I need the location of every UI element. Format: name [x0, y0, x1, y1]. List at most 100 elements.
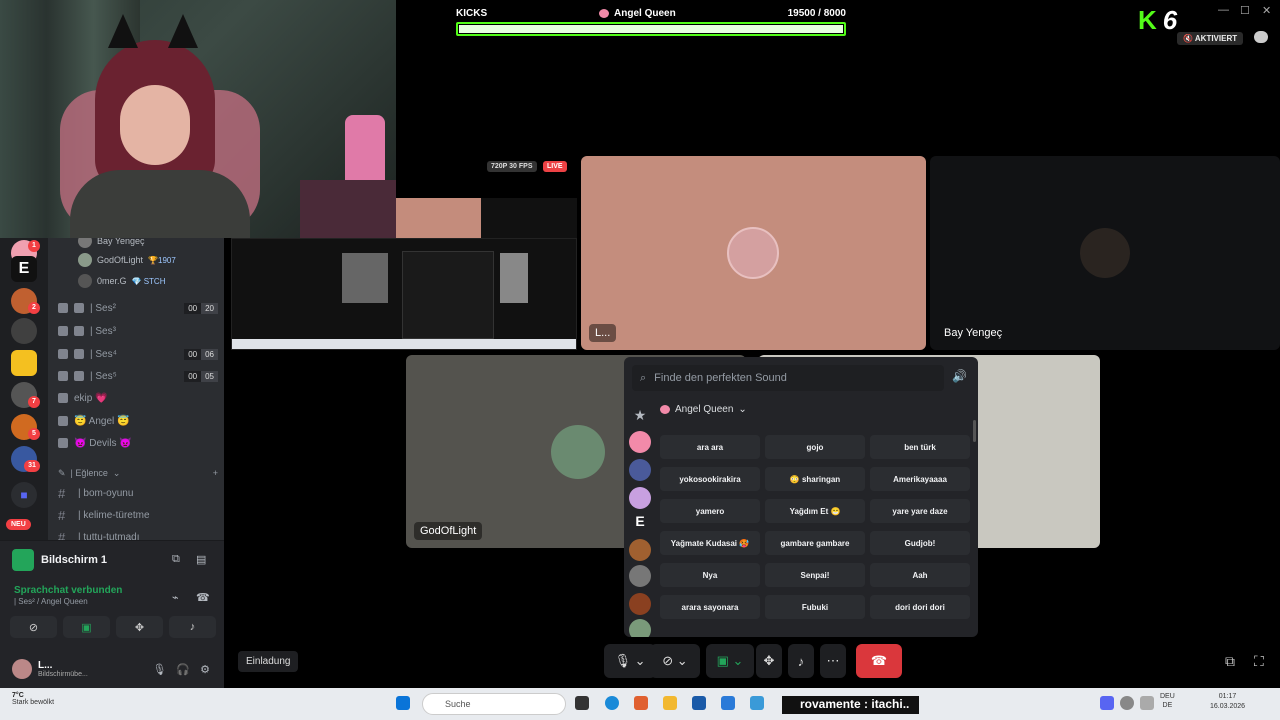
taskbar-search[interactable]: Suche — [422, 693, 566, 715]
voice-channel[interactable]: ekip 💗 — [58, 390, 218, 406]
voice-channel[interactable]: | Ses² 00 20 — [58, 300, 218, 316]
add-channel-icon[interactable]: + — [213, 468, 218, 479]
soundboard-toggle-button[interactable]: ♪ — [788, 644, 814, 678]
sound-button[interactable]: yare yare daze — [870, 499, 970, 523]
soundboard-section-header[interactable]: Angel Queen ⌄ — [660, 404, 747, 415]
explorer-icon[interactable] — [663, 696, 677, 710]
headphones-icon[interactable]: 🎧 — [176, 663, 190, 676]
search-icon: ⌕ — [640, 371, 647, 384]
copilot-icon[interactable] — [634, 696, 648, 710]
favorites-star-icon[interactable]: ★ — [629, 407, 651, 429]
sound-button[interactable]: ben türk — [870, 435, 970, 459]
voice-channel[interactable]: 👿 Devils 👿 — [58, 435, 218, 451]
sound-button[interactable]: gambare gambare — [765, 531, 865, 555]
camera-toggle-button[interactable]: ⊘ ⌄ — [650, 644, 700, 678]
voice-channel[interactable]: | Ses⁵ 00 05 — [58, 368, 218, 384]
tray-icon[interactable] — [1140, 696, 1154, 710]
popout-icon[interactable]: ⧉ — [172, 553, 180, 566]
server-icon[interactable] — [11, 350, 37, 376]
server-icon[interactable] — [629, 487, 651, 509]
sound-button[interactable]: yamero — [660, 499, 760, 523]
text-channel[interactable]: # | kelime-türetme — [58, 508, 150, 523]
voice-channel[interactable]: | Ses³ — [58, 323, 218, 339]
edge-icon[interactable] — [605, 696, 619, 710]
webcam-overlay — [0, 0, 396, 238]
server-icon[interactable] — [11, 318, 37, 344]
app-icon[interactable] — [750, 696, 764, 710]
speaker-icon — [74, 303, 84, 313]
soundboard-scrollbar[interactable] — [973, 420, 976, 442]
weather-widget[interactable]: 7°C Stark bewölkt — [12, 692, 54, 706]
server-icon[interactable] — [629, 619, 651, 637]
kick-server-icon[interactable]: E — [629, 513, 651, 535]
kick-server-icon[interactable]: E — [11, 256, 37, 282]
microphone-icon[interactable]: 🎙 — [152, 663, 166, 676]
microphone-toggle-button[interactable]: 🎙 ⌄ — [604, 644, 656, 678]
server-icon[interactable] — [629, 459, 651, 481]
folder-icon[interactable]: ■ — [11, 482, 37, 508]
voice-channel[interactable]: 😇 Angel 😇 — [58, 413, 218, 429]
minimize-icon[interactable]: — — [1218, 4, 1229, 16]
noise-suppression-icon[interactable]: ⌁ — [172, 591, 179, 604]
sound-button[interactable]: Aah — [870, 563, 970, 587]
sound-button[interactable]: arara sayonara — [660, 595, 760, 619]
sound-button[interactable]: gojo — [765, 435, 865, 459]
speaker-icon — [74, 326, 84, 336]
sound-button[interactable]: Yağmate Kudasai 🥵 — [660, 531, 760, 555]
camera-off-button[interactable]: ⊘ — [10, 616, 57, 638]
server-icon[interactable] — [629, 565, 651, 587]
discord-tray-icon[interactable] — [1100, 696, 1114, 710]
participant-tile[interactable]: Bay Yengeç — [930, 156, 1280, 350]
hang-up-button[interactable]: ☎ — [856, 644, 902, 678]
sound-button[interactable]: Senpai! — [765, 563, 865, 587]
sound-button[interactable]: yokosookirakira — [660, 467, 760, 491]
activities-button[interactable]: ✥ — [116, 616, 163, 638]
popout-icon[interactable]: ⧉ — [1225, 653, 1235, 670]
avatar[interactable] — [12, 659, 32, 679]
layout-icon[interactable]: ▤ — [196, 553, 206, 566]
sound-button[interactable]: Nya — [660, 563, 760, 587]
screen-share-button[interactable]: ▣ — [63, 616, 110, 638]
store-icon[interactable] — [692, 696, 706, 710]
volume-icon[interactable]: 🔊 — [952, 369, 970, 387]
mail-icon[interactable] — [721, 696, 735, 710]
voice-member[interactable]: GodOfLight 🏆1907 — [78, 253, 176, 267]
task-view-icon[interactable] — [575, 696, 589, 710]
pig-icon — [599, 8, 610, 18]
voice-channel[interactable]: | Ses⁴ 00 06 — [58, 346, 218, 362]
more-options-icon[interactable]: ⋯ — [820, 644, 846, 678]
screen-share-toggle-button[interactable]: ▣ ⌄ — [706, 644, 754, 678]
tray-icon[interactable] — [1120, 696, 1134, 710]
language-indicator[interactable]: DEU DE — [1160, 692, 1175, 710]
sound-button[interactable]: 😳 sharingan — [765, 467, 865, 491]
avatar — [1080, 228, 1130, 278]
invite-button[interactable]: Einladung — [238, 651, 299, 672]
fullscreen-icon[interactable]: ⛶ — [1254, 653, 1264, 670]
server-icon[interactable] — [629, 431, 651, 453]
maximize-icon[interactable]: ☐ — [1240, 4, 1250, 17]
chat-icon[interactable] — [1254, 31, 1268, 43]
voice-member[interactable]: 0mer.G 💎 STCH — [78, 274, 165, 288]
settings-gear-icon[interactable]: ⚙ — [200, 663, 210, 676]
system-clock[interactable]: 01:17 16.03.2026 — [1210, 692, 1245, 712]
soundboard-button[interactable]: ♪ — [169, 616, 216, 638]
close-icon[interactable]: ✕ — [1262, 4, 1271, 17]
sound-button[interactable]: Amerikayaaaa — [870, 467, 970, 491]
sound-button[interactable]: Yağdım Et 😁 — [765, 499, 865, 523]
server-icon[interactable] — [629, 539, 651, 561]
sound-button[interactable]: Gudjob! — [870, 531, 970, 555]
disconnect-icon[interactable]: ☎ — [196, 591, 210, 604]
voice-member[interactable]: Bay Yengeç — [78, 238, 145, 248]
sound-button[interactable]: ara ara — [660, 435, 760, 459]
sound-button[interactable]: Fubuki — [765, 595, 865, 619]
notification-badge: 7 — [28, 396, 40, 408]
windows-start-icon[interactable] — [396, 696, 410, 710]
activities-button[interactable]: ✥ — [756, 644, 782, 678]
server-icon[interactable] — [629, 593, 651, 615]
sound-button[interactable]: dori dori dori — [870, 595, 970, 619]
participant-tile[interactable]: L... — [581, 156, 926, 350]
category-entertainment[interactable]: ✎ | Eğlence ⌄ + — [58, 468, 218, 479]
sound-search-input[interactable]: ⌕ Finde den perfekten Sound — [632, 365, 944, 391]
text-channel[interactable]: # | bom-oyunu — [58, 486, 133, 501]
screen-share-tile[interactable] — [231, 238, 577, 350]
